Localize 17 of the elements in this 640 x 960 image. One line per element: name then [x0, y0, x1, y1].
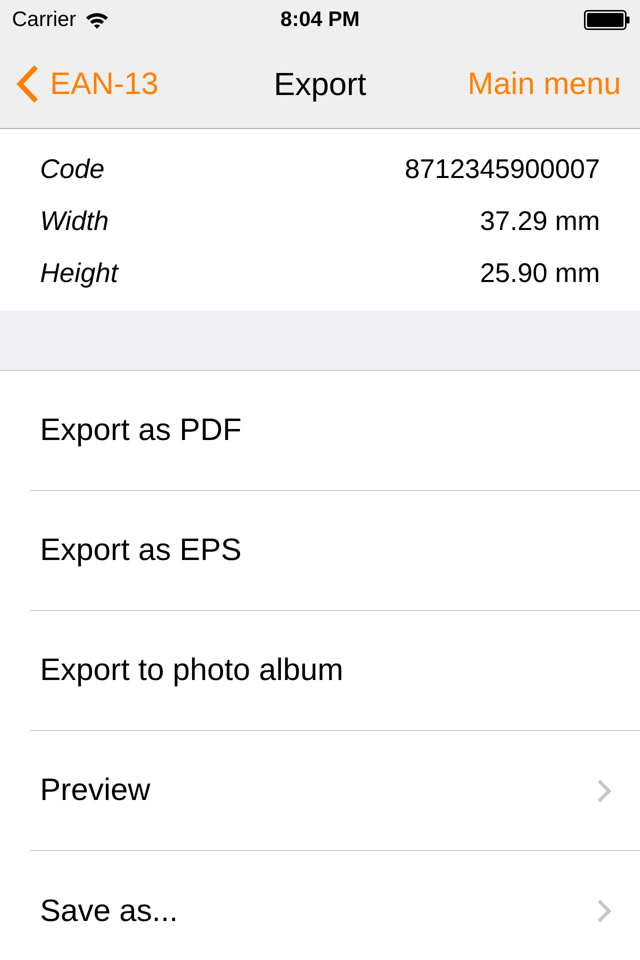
info-label: Height: [40, 256, 118, 290]
action-row[interactable]: Export as PDF: [30, 371, 640, 491]
info-label: Code: [40, 152, 105, 186]
carrier-name: Carrier: [12, 7, 76, 34]
nav-title: Export: [274, 65, 366, 104]
battery-icon: [584, 10, 630, 30]
info-value: 37.29 mm: [480, 204, 600, 238]
info-value: 8712345900007: [404, 152, 600, 186]
action-row[interactable]: Preview: [30, 731, 640, 851]
action-row[interactable]: Export to photo album: [30, 611, 640, 731]
back-chevron-icon: [14, 64, 40, 104]
wifi-icon: [85, 11, 110, 29]
info-value: 25.90 mm: [480, 256, 600, 290]
action-row[interactable]: Export as EPS: [30, 491, 640, 611]
info-label: Width: [40, 204, 109, 238]
status-time: 8:04 PM: [280, 7, 360, 34]
action-row[interactable]: Save as...: [30, 851, 640, 960]
